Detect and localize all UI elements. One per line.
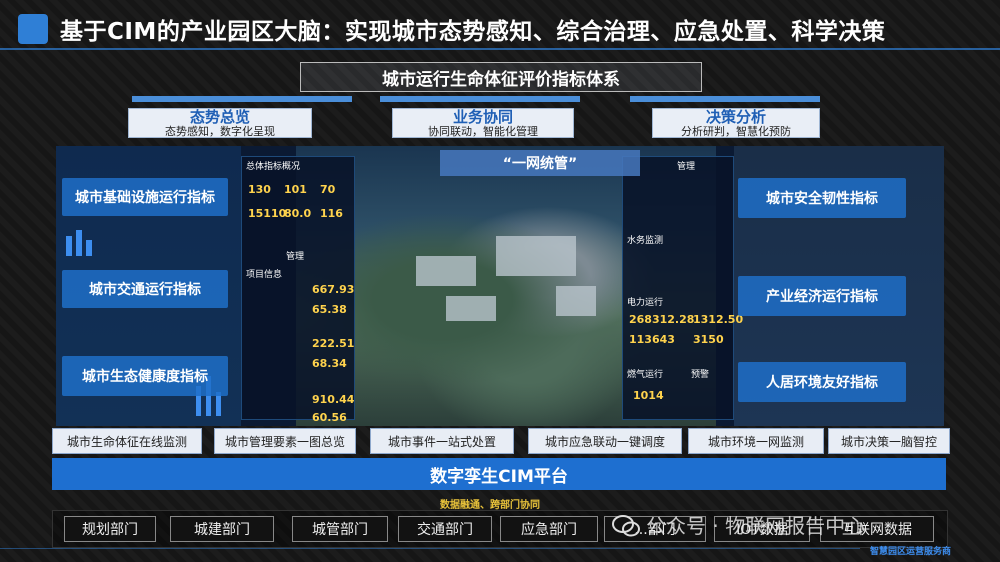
module-decision[interactable]: 城市决策一脑智控	[828, 428, 950, 454]
stat-value: 101	[284, 183, 307, 196]
category-title: 态势总览	[189, 107, 250, 126]
stat-value: 1312.50	[693, 313, 744, 326]
category-collab: 业务协同 协同联动，智能化管理	[392, 108, 574, 138]
arrow-line-left	[132, 96, 352, 102]
title-divider	[0, 48, 1000, 50]
module-row: 城市生命体征在线监测 城市管理要素一图总览 城市事件一站式处置 城市应急联动一键…	[52, 428, 950, 454]
module-emergency[interactable]: 城市应急联动一键调度	[528, 428, 682, 454]
module-overview[interactable]: 城市管理要素一图总览	[214, 428, 356, 454]
panel-header: 管理	[286, 252, 305, 262]
stat-value: 113643	[629, 333, 675, 346]
stat-value: 65.38	[312, 303, 347, 316]
category-sub: 协同联动，智能化管理	[428, 124, 538, 138]
arrow-line-center	[380, 96, 580, 102]
map-building	[416, 256, 476, 286]
left-data-panel: 总体指标概况 130 101 70 15110 80.0 116 管理 项目信息…	[241, 156, 355, 424]
indicator-economy[interactable]: 产业经济运行指标	[738, 276, 906, 316]
indicator-living[interactable]: 人居环境友好指标	[738, 362, 906, 402]
map-building	[446, 296, 496, 321]
module-environment[interactable]: 城市环境一网监测	[688, 428, 824, 454]
chart-bar	[86, 240, 92, 256]
category-sub: 态势感知，数字化呈现	[165, 124, 275, 138]
dept-transport[interactable]: 交通部门	[398, 516, 492, 542]
dept-urban-mgmt[interactable]: 城管部门	[292, 516, 388, 542]
stat-value: 1014	[633, 389, 664, 402]
indicator-safety[interactable]: 城市安全韧性指标	[738, 178, 906, 218]
map-building	[496, 236, 576, 276]
stat-value: 268312.28	[629, 313, 695, 326]
system-title: 城市运行生命体征评价指标体系	[300, 62, 702, 92]
panel-header: 项目信息	[246, 270, 283, 280]
watermark: 公众号 · 物联网报告中心	[646, 514, 866, 538]
unified-management-label: “一网统管”	[440, 150, 640, 176]
dept-planning[interactable]: 规划部门	[64, 516, 156, 542]
dept-construction[interactable]: 城建部门	[170, 516, 274, 542]
stat-value: 60.56	[312, 411, 347, 424]
cim-platform-bar: 数字孪生CIM平台	[52, 458, 946, 490]
wechat-icon	[612, 515, 640, 537]
page-title: 基于CIM的产业园区大脑：实现城市态势感知、综合治理、应急处置、科学决策	[60, 19, 886, 45]
panel-header: 总体指标概况	[246, 162, 301, 172]
panel-header: 电力运行	[627, 298, 664, 308]
stat-value: 80.0	[284, 207, 312, 220]
stat-value: 15110	[248, 207, 287, 220]
panel-header: 管理	[677, 162, 696, 172]
module-vital-signs[interactable]: 城市生命体征在线监测	[52, 428, 202, 454]
title-marker-icon	[18, 14, 48, 44]
dashboard-screen: 总体指标概况 130 101 70 15110 80.0 116 管理 项目信息…	[56, 146, 944, 426]
category-sub: 分析研判，智慧化预防	[681, 124, 791, 138]
category-title: 决策分析	[705, 107, 766, 126]
module-events[interactable]: 城市事件一站式处置	[370, 428, 514, 454]
indicator-infrastructure[interactable]: 城市基础设施运行指标	[62, 178, 228, 216]
stat-value: 222.51	[312, 337, 355, 350]
stat-value: 68.34	[312, 357, 347, 370]
stat-value: 910.44	[312, 393, 355, 406]
stat-value: 3150	[693, 333, 724, 346]
category-situation: 态势总览 态势感知，数字化呈现	[128, 108, 312, 138]
map-building	[556, 286, 596, 316]
chart-bar	[76, 230, 82, 256]
category-decision: 决策分析 分析研判，智慧化预防	[652, 108, 820, 138]
chart-bar	[66, 236, 72, 256]
arrow-line-right	[630, 96, 820, 102]
stat-value: 116	[320, 207, 343, 220]
footer-line	[0, 548, 860, 549]
category-title: 业务协同	[452, 107, 513, 126]
stat-value: 130	[248, 183, 271, 196]
footer-brand: 智慧园区运营服务商	[870, 547, 952, 557]
stat-value: 70	[320, 183, 336, 196]
panel-header: 燃气运行	[627, 370, 664, 380]
stat-value: 667.93	[312, 283, 355, 296]
indicator-ecology[interactable]: 城市生态健康度指标	[62, 356, 228, 396]
dept-emergency[interactable]: 应急部门	[500, 516, 598, 542]
panel-header: 水务监测	[627, 236, 664, 246]
panel-header: 预警	[691, 370, 710, 380]
right-data-panel: 管理 水务监测 电力运行 268312.28 1312.50 113643 31…	[622, 156, 743, 420]
indicator-traffic[interactable]: 城市交通运行指标	[62, 270, 228, 308]
dept-collab-label: 数据融通、跨部门协同	[440, 500, 540, 511]
